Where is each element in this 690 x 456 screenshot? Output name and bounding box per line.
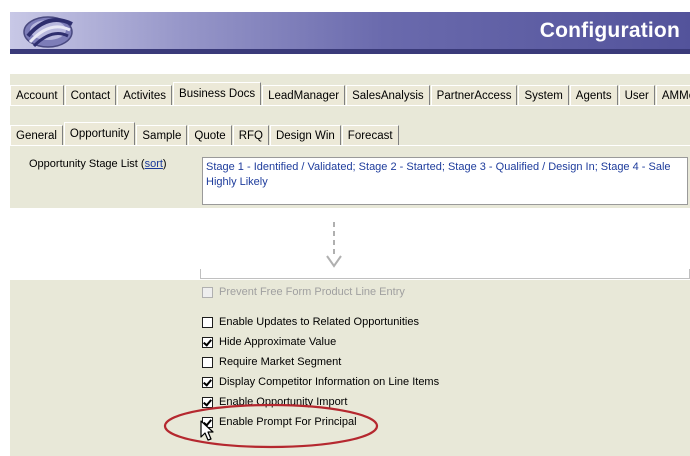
page-title: Configuration — [539, 19, 680, 42]
option-display-competitor[interactable]: Display Competitor Information on Line I… — [202, 374, 439, 390]
tab-activites[interactable]: Activites — [117, 85, 173, 106]
option-label: Enable Prompt For Principal — [219, 416, 357, 428]
stage-list-line-2: Highly Likely — [206, 176, 268, 188]
config-panel: Account Contact Activites Business Docs … — [10, 74, 690, 456]
option-label: Hide Approximate Value — [219, 336, 337, 348]
tab-leadmanager[interactable]: LeadManager — [262, 85, 346, 106]
checkbox[interactable] — [202, 336, 213, 348]
textarea-bottom-edge — [200, 269, 690, 279]
option-hide-approx-value[interactable]: Hide Approximate Value — [202, 334, 336, 350]
tab-account[interactable]: Account — [10, 85, 64, 106]
subtab-sample[interactable]: Sample — [136, 125, 188, 146]
tab-divider — [10, 145, 690, 146]
tab-ammobile[interactable]: AMMobile — [655, 85, 690, 106]
tab-partneraccess[interactable]: PartnerAccess — [430, 85, 518, 106]
main-tab-bar: Account Contact Activites Business Docs … — [10, 82, 690, 106]
banner-shadow — [10, 49, 690, 54]
option-label: Prevent Free Form Product Line Entry — [219, 286, 405, 298]
subtab-quote[interactable]: Quote — [188, 125, 232, 146]
checkbox[interactable] — [202, 396, 213, 408]
sort-link[interactable]: sort — [145, 158, 163, 170]
tab-agents[interactable]: Agents — [569, 85, 618, 106]
subtab-general[interactable]: General — [10, 125, 63, 146]
tab-system[interactable]: System — [518, 85, 569, 106]
option-enable-prompt-principal[interactable]: Enable Prompt For Principal — [202, 414, 357, 430]
tab-user[interactable]: User — [618, 85, 655, 106]
checkbox[interactable] — [202, 416, 213, 428]
tab-divider — [10, 105, 690, 106]
option-label: Enable Updates to Related Opportunities — [219, 316, 419, 328]
down-arrow-icon — [326, 222, 342, 268]
stage-list-label: Opportunity Stage List (sort) — [29, 158, 167, 170]
checkbox[interactable] — [202, 356, 213, 368]
option-label: Require Market Segment — [219, 356, 342, 368]
stage-list-line-1: Stage 1 - Identified / Validated; Stage … — [206, 161, 671, 173]
tab-salesanalysis[interactable]: SalesAnalysis — [346, 85, 430, 106]
subtab-opportunity[interactable]: Opportunity — [63, 122, 136, 146]
subtab-design-win[interactable]: Design Win — [269, 125, 341, 146]
option-label: Display Competitor Information on Line I… — [219, 376, 440, 388]
tab-contact[interactable]: Contact — [64, 85, 117, 106]
logo-icon — [23, 16, 73, 48]
option-prevent-free-form[interactable]: Prevent Free Form Product Line Entry — [202, 284, 405, 300]
header-banner: Configuration — [0, 0, 690, 56]
tab-business-docs[interactable]: Business Docs — [173, 82, 262, 106]
option-enable-updates[interactable]: Enable Updates to Related Opportunities — [202, 314, 419, 330]
stage-list-textarea[interactable]: Stage 1 - Identified / Validated; Stage … — [202, 157, 688, 205]
subtab-forecast[interactable]: Forecast — [341, 125, 399, 146]
checkbox[interactable] — [202, 316, 213, 328]
option-require-market-segment[interactable]: Require Market Segment — [202, 354, 341, 370]
option-label: Enable Opportunity Import — [219, 396, 348, 408]
checkbox[interactable] — [202, 286, 213, 298]
checkbox[interactable] — [202, 376, 213, 388]
sub-tab-bar: General Opportunity Sample Quote RFQ Des… — [10, 122, 400, 146]
stage-list-label-text: Opportunity Stage List — [29, 158, 138, 170]
subtab-rfq[interactable]: RFQ — [232, 125, 269, 146]
option-enable-import[interactable]: Enable Opportunity Import — [202, 394, 347, 410]
